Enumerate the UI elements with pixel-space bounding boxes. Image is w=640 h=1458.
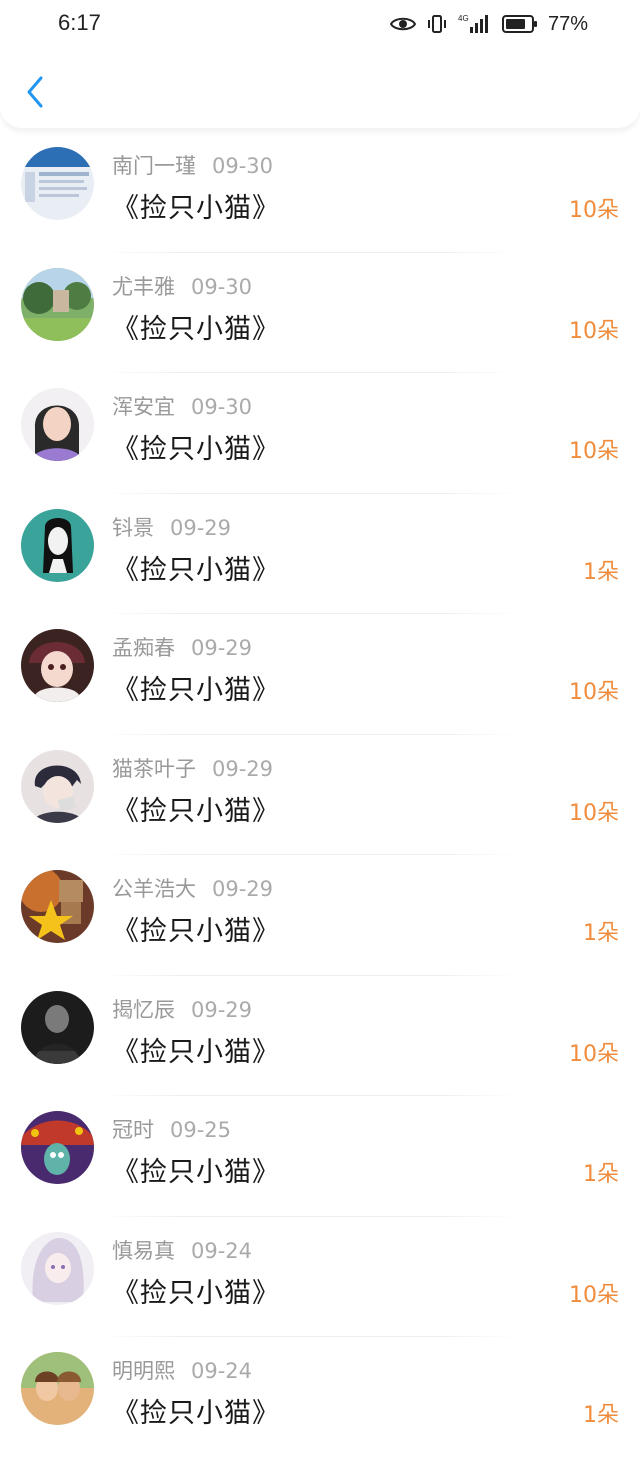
list-item[interactable]: 慎易真 09-24 《捡只小猫》 10朵: [0, 1217, 640, 1337]
book-title: 《捡只小猫》: [112, 554, 280, 586]
date: 09-29: [170, 515, 232, 540]
book-title: 《捡只小猫》: [112, 1398, 280, 1429]
user-name: 公羊浩大: [112, 877, 196, 901]
user-name: 明明熙: [112, 1359, 175, 1383]
avatar[interactable]: [21, 990, 94, 1064]
back-button[interactable]: [20, 72, 50, 112]
chevron-left-icon: [27, 76, 43, 108]
flower-amount: 1朵: [583, 1162, 619, 1187]
list-item[interactable]: 钭景 09-29 《捡只小猫》 1朵: [0, 494, 640, 614]
date: 09-25: [170, 1118, 232, 1142]
network-label: 4G: [458, 14, 469, 23]
avatar[interactable]: [21, 267, 94, 341]
user-name: 揭忆辰: [112, 997, 175, 1022]
list-item[interactable]: 浑安宜 09-30 《捡只小猫》 10朵: [0, 373, 640, 494]
book-title: 《捡只小猫》: [112, 1277, 280, 1309]
signal-icon: 4G: [458, 14, 488, 33]
avatar[interactable]: [21, 629, 94, 702]
book-title: 《捡只小猫》: [112, 1036, 280, 1068]
list-item[interactable]: 孟痴春 09-29 《捡只小猫》 10朵: [0, 614, 640, 735]
user-name: 孟痴春: [112, 636, 175, 660]
flower-amount: 1朵: [583, 559, 619, 585]
flower-amount: 10朵: [569, 318, 619, 344]
date: 09-30: [191, 274, 253, 299]
battery-percent: 77%: [547, 12, 588, 35]
book-title: 《捡只小猫》: [112, 313, 280, 345]
book-title: 《捡只小猫》: [112, 193, 280, 224]
eye-icon: [389, 17, 416, 31]
user-name: 南门一瑾: [112, 154, 196, 178]
vibrate-icon: [427, 15, 446, 33]
list-item[interactable]: 尤丰雅 09-30 《捡只小猫》 10朵: [0, 253, 640, 373]
avatar[interactable]: [21, 1231, 94, 1305]
avatar[interactable]: [21, 749, 94, 823]
date: 09-29: [212, 756, 274, 781]
list-item[interactable]: 明明熙 09-24 《捡只小猫》 1朵: [0, 1337, 640, 1458]
avatar[interactable]: [21, 388, 94, 461]
flower-amount: 10朵: [569, 1282, 619, 1308]
gift-list: 南门一瑾 09-30 《捡只小猫》 10朵 尤丰雅 09-30 《捡只小猫》 10朵: [0, 132, 640, 1458]
user-name: 浑安宜: [112, 395, 175, 419]
list-item[interactable]: 冠时 09-25 《捡只小猫》 1朵: [0, 1096, 640, 1217]
nav-bar: [0, 48, 640, 128]
flower-amount: 1朵: [583, 921, 619, 946]
user-name: 冠时: [112, 1118, 154, 1142]
date: 09-29: [212, 877, 274, 901]
book-title: 《捡只小猫》: [112, 1157, 280, 1188]
list-item[interactable]: 揭忆辰 09-29 《捡只小猫》 10朵: [0, 976, 640, 1096]
flower-amount: 10朵: [569, 800, 619, 826]
date: 09-24: [191, 1359, 253, 1383]
date: 09-30: [212, 154, 274, 178]
avatar[interactable]: [21, 147, 94, 220]
date: 09-29: [191, 636, 253, 660]
date: 09-24: [191, 1238, 253, 1263]
status-time: 6:17: [58, 10, 101, 35]
flower-amount: 10朵: [569, 198, 619, 223]
user-name: 尤丰雅: [112, 274, 175, 299]
book-title: 《捡只小猫》: [112, 434, 280, 465]
list-item[interactable]: 猫茶叶子 09-29 《捡只小猫》 10朵: [0, 735, 640, 855]
avatar[interactable]: [21, 1111, 94, 1184]
book-title: 《捡只小猫》: [112, 795, 280, 827]
battery-icon: [501, 15, 537, 33]
user-name: 慎易真: [112, 1238, 175, 1263]
flower-amount: 10朵: [569, 680, 619, 705]
flower-amount: 10朵: [569, 1041, 619, 1067]
avatar[interactable]: [21, 1352, 94, 1425]
flower-amount: 10朵: [569, 439, 619, 464]
status-icons: 4G 77%: [389, 9, 588, 39]
date: 09-30: [191, 395, 253, 419]
avatar[interactable]: [21, 870, 94, 943]
status-bar: 6:17 4G 77%: [0, 0, 640, 48]
list-item[interactable]: 南门一瑾 09-30 《捡只小猫》 10朵: [0, 132, 640, 253]
book-title: 《捡只小猫》: [112, 916, 280, 947]
date: 09-29: [191, 997, 253, 1022]
book-title: 《捡只小猫》: [112, 675, 280, 706]
user-name: 猫茶叶子: [112, 756, 196, 781]
list-item[interactable]: 公羊浩大 09-29 《捡只小猫》 1朵: [0, 855, 640, 976]
avatar[interactable]: [21, 508, 94, 582]
flower-amount: 1朵: [583, 1403, 619, 1428]
user-name: 钭景: [112, 515, 154, 540]
